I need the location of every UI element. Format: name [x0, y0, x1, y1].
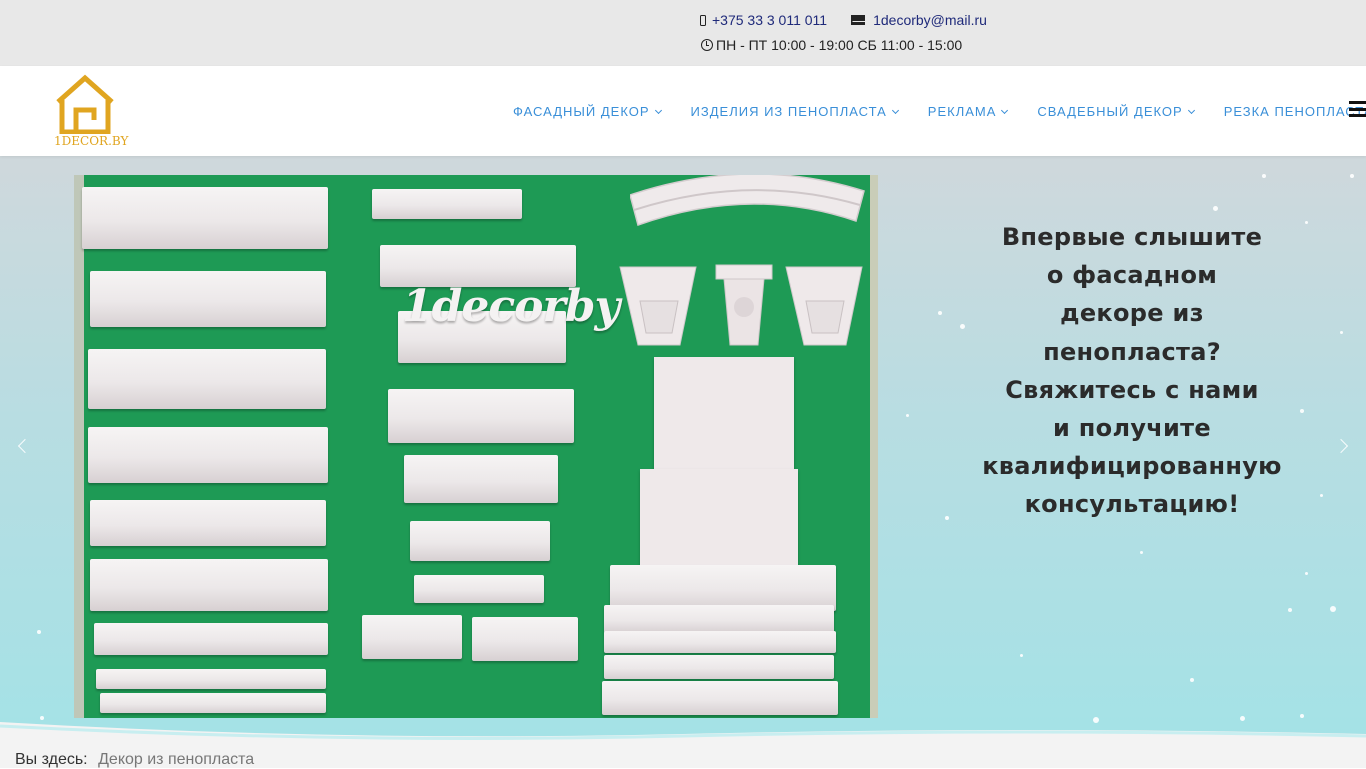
arch-molding [630, 175, 865, 226]
molding-strip [404, 455, 558, 503]
square-panel [654, 357, 794, 485]
working-hours: ПН - ПТ 10:00 - 19:00 СБ 11:00 - 15:00 [701, 37, 962, 53]
molding-strip [602, 681, 838, 715]
phone-link[interactable]: +375 33 3 011 011 [712, 12, 827, 28]
breadcrumb-current: Декор из пенопласта [98, 751, 255, 768]
molding-strip [388, 389, 574, 443]
hamburger-icon[interactable] [1349, 101, 1366, 117]
hero-line: Свяжитесь с нами [1005, 375, 1259, 404]
chevron-down-icon [1187, 106, 1195, 114]
chevron-down-icon [1001, 106, 1009, 114]
hero-line: Впервые слышите [1001, 223, 1263, 251]
molding-strip [362, 615, 462, 659]
chevron-down-icon [654, 106, 662, 114]
foam-decor-photo: 1decorby [74, 175, 878, 718]
molding-strip [90, 559, 328, 611]
nav-item-foam-cutting[interactable]: РЕЗКА ПЕНОПЛАСТА [1224, 104, 1366, 119]
molding-strip [410, 521, 550, 561]
nav-item-foam-products[interactable]: ИЗДЕЛИЯ ИЗ ПЕНОПЛАСТА [690, 104, 899, 119]
molding-strip [88, 349, 326, 409]
keystone-left [619, 266, 697, 346]
molding-strip [96, 669, 326, 689]
nav-item-label: РЕЗКА ПЕНОПЛАСТА [1223, 104, 1366, 119]
nav-item-advertising[interactable]: РЕКЛАМА [927, 104, 1009, 119]
clock-icon [701, 39, 713, 51]
corbel-ornament [715, 264, 773, 346]
molding-strip [88, 427, 328, 483]
hero-line: декоре из [1060, 299, 1204, 328]
nav-item-wedding-decor[interactable]: СВАДЕБНЫЙ ДЕКОР [1037, 104, 1195, 119]
hero-slider: 1decorby Впервые слышите о фасадном деко… [0, 156, 1366, 740]
envelope-icon [851, 15, 866, 25]
hero-headline: Впервые слышите о фасадном декоре из пен… [960, 218, 1304, 524]
house-logo-icon [56, 74, 114, 135]
logo-text: 1DECOR.BY [54, 134, 129, 148]
rect-panel [640, 469, 798, 565]
molding-strip [100, 693, 326, 713]
working-hours-text: ПН - ПТ 10:00 - 19:00 СБ 11:00 - 15:00 [716, 37, 963, 53]
site-logo[interactable]: 1DECOR.BY [52, 74, 128, 150]
contact-row: +375 33 3 011 011 1decorby@mail.ru [700, 12, 987, 28]
phone-icon [700, 14, 706, 26]
site-header: 1DECOR.BY ФАСАДНЫЙ ДЕКОР ИЗДЕЛИЯ ИЗ ПЕНО… [0, 66, 1366, 156]
email-contact[interactable]: 1decorby@mail.ru [851, 12, 987, 28]
molding-strip [604, 631, 836, 653]
molding-strip [94, 623, 328, 655]
hero-line: о фасадном [1046, 261, 1218, 290]
hero-line: консультацию! [1024, 490, 1240, 519]
molding-strip [82, 187, 328, 249]
main-nav: ФАСАДНЫЙ ДЕКОР ИЗДЕЛИЯ ИЗ ПЕНОПЛАСТА РЕК… [513, 104, 1366, 119]
photo-logo-text: 1decorby [402, 281, 620, 332]
phone-contact[interactable]: +375 33 3 011 011 [700, 12, 827, 28]
top-bar: +375 33 3 011 011 1decorby@mail.ru ПН - … [0, 0, 1366, 66]
nav-item-label: РЕКЛАМА [927, 104, 997, 119]
nav-item-facade-decor[interactable]: ФАСАДНЫЙ ДЕКОР [513, 104, 662, 119]
nav-item-label: СВАДЕБНЫЙ ДЕКОР [1037, 104, 1183, 119]
molding-strip [90, 271, 326, 327]
email-link[interactable]: 1decorby@mail.ru [873, 12, 987, 28]
slider-prev-arrow-icon[interactable] [17, 438, 33, 454]
molding-strip [604, 655, 834, 679]
breadcrumb: Вы здесь: Декор из пенопласта [0, 740, 1366, 768]
keystone-right [785, 266, 863, 346]
molding-strip [90, 500, 326, 546]
molding-strip [372, 189, 522, 219]
molding-strip [414, 575, 544, 603]
wave-divider [0, 722, 1366, 744]
chevron-down-icon [891, 106, 899, 114]
hero-line: и получите [1053, 414, 1211, 443]
nav-item-label: ФАСАДНЫЙ ДЕКОР [513, 104, 650, 119]
molding-strip [472, 617, 578, 661]
breadcrumb-label: Вы здесь: [15, 751, 88, 768]
hero-line: пенопласта? [1043, 337, 1221, 366]
slider-next-arrow-icon[interactable] [1333, 438, 1349, 454]
hero-line: квалифицированную [982, 452, 1282, 481]
nav-item-label: ИЗДЕЛИЯ ИЗ ПЕНОПЛАСТА [690, 104, 887, 119]
molding-strip [604, 605, 834, 633]
